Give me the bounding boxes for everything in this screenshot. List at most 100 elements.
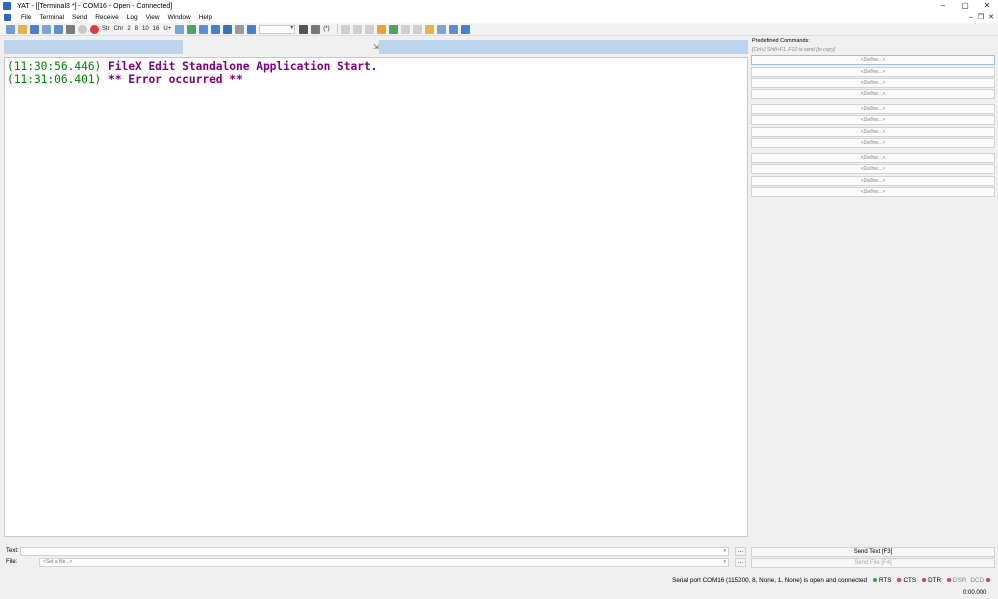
find-previous-icon[interactable] [311,24,321,34]
elapsed-timer: 0:00.000 [963,590,987,596]
predefined-button-4[interactable]: <Define...> [751,89,995,99]
minimize-icon[interactable]: – [932,0,954,12]
predefined-button-11[interactable]: <Define...> [751,176,995,186]
chevron-down-icon[interactable]: ▾ [723,548,726,555]
menu-terminal[interactable]: Terminal [35,14,68,21]
monitor-layout-icon[interactable] [223,24,233,34]
edit-icon[interactable] [376,24,386,34]
monitor-line: (11:30:56.446) FileX Edit Standalone App… [7,60,745,73]
predefined-button-7[interactable]: <Define...> [751,127,995,137]
menu-window[interactable]: Window [164,14,195,21]
menu-receive[interactable]: Receive [91,14,122,21]
radix-dec-button[interactable]: 10 [142,26,149,32]
window-layout-icon[interactable] [211,24,221,34]
chevron-down-icon[interactable]: ▾ [723,559,726,566]
menu-log[interactable]: Log [123,14,142,21]
log-open-icon[interactable] [364,24,374,34]
menu-file[interactable]: File [17,14,35,21]
dsr-signal: DSR [945,577,966,584]
predefined-button-3[interactable]: <Define...> [751,78,995,88]
print-icon[interactable] [235,24,245,34]
dcd-signal: DCD [970,577,990,584]
new-terminal-icon[interactable] [6,24,15,34]
find-combo[interactable] [259,24,296,34]
paste-icon[interactable] [412,24,422,34]
format-button[interactable]: (*) [323,26,329,32]
document-icon[interactable] [4,14,11,21]
predefined-button-10[interactable]: <Define...> [751,164,995,174]
terminal-settings-icon[interactable] [54,24,63,34]
title-bar: YAT - [[Terminal3 *] - COM16 - Open - Co… [0,0,998,12]
log-off-icon[interactable] [352,24,362,34]
signal-label: CTS [903,576,917,584]
line-text: ** Error occurred ** [101,73,243,86]
radix-hex-button[interactable]: 16 [153,26,160,32]
led-icon [897,578,902,582]
radix-bin-button[interactable]: 2 [127,26,130,32]
close-port-icon[interactable] [90,24,99,34]
mdi-restore-icon[interactable]: ❐ [976,12,986,23]
find-next-icon[interactable] [299,24,309,34]
line-text: FileX Edit Standalone Application Start. [101,60,378,73]
led-icon [986,578,990,582]
save-workspace-icon[interactable] [42,24,51,34]
close-icon[interactable]: ✕ [976,0,998,12]
line-timestamp: (11:31:06.401) [7,73,102,86]
text-browse-button[interactable]: ... [735,547,746,556]
predefined-icon[interactable] [187,24,197,34]
predefined-button-6[interactable]: <Define...> [751,115,995,125]
panel-icon[interactable] [175,24,185,34]
send-text-button[interactable]: Send Text [F3] [751,547,995,557]
restore-icon[interactable]: ▢ [954,0,976,12]
mdi-close-icon[interactable]: ✕ [986,12,996,23]
menu-bar: File Terminal Send Receive Log View Wind… [0,12,998,23]
status-bar: Serial port COM16 (115200, 8, None, 1, N… [0,573,998,587]
predefined-button-12[interactable]: <Define...> [751,187,995,197]
copy-icon[interactable] [400,24,410,34]
send-panel-icon[interactable] [199,24,209,34]
radix-unicode-button[interactable]: U+ [163,26,171,32]
menu-send[interactable]: Send [68,14,91,21]
predefined-button-2[interactable]: <Define...> [751,67,995,77]
mdi-minimize-icon[interactable]: – [966,12,976,23]
log-on-icon[interactable] [340,24,350,34]
file-browse-button[interactable]: ... [735,558,746,567]
signal-label: DTR [928,576,942,584]
predefined-title: Predefined Commands: [752,38,810,44]
predefined-button-8[interactable]: <Define...> [751,138,995,148]
tx-monitor-header [4,40,183,54]
radix-string-button[interactable]: Str [102,26,110,32]
open-port-icon[interactable] [78,24,87,34]
dtr-signal[interactable]: DTR [920,577,941,584]
send-file-button[interactable]: Send File [F4] [751,558,995,568]
plot-icon[interactable] [448,24,458,34]
cts-signal[interactable]: CTS [895,577,916,584]
check-icon[interactable] [388,24,398,34]
file-placeholder: <Set a file...> [43,559,73,565]
rx-monitor-header [379,40,748,54]
predefined-button-1[interactable]: <Define...> [751,55,995,65]
menu-help[interactable]: Help [195,14,216,21]
auto-action-icon[interactable] [436,24,446,34]
radix-oct-button[interactable]: 8 [135,26,138,32]
pin-icon[interactable]: ⇲ [373,43,379,51]
led-icon [873,578,877,582]
send-text-input[interactable]: ▾ [20,547,729,556]
monitor-panel[interactable]: (11:30:56.446) FileX Edit Standalone App… [4,57,748,537]
open-icon[interactable] [18,24,27,34]
predefined-button-9[interactable]: <Define...> [751,153,995,163]
chart-icon[interactable] [460,24,470,34]
led-icon [922,578,927,582]
signal-label: DCD [970,576,984,584]
radix-char-button[interactable]: Chr [114,26,124,32]
rts-signal[interactable]: RTS [871,577,891,584]
auto-response-icon[interactable] [424,24,434,34]
menu-view[interactable]: View [142,14,164,21]
predefined-button-5[interactable]: <Define...> [751,104,995,114]
save-icon[interactable] [30,24,39,34]
toolbar: Str Chr 2 8 10 16 U+ (*) [0,23,998,36]
monitor-icon[interactable] [66,24,75,34]
signal-label: DSR [953,576,967,584]
send-file-input[interactable]: <Set a file...> ▾ [39,558,729,567]
find-icon[interactable] [247,24,257,34]
